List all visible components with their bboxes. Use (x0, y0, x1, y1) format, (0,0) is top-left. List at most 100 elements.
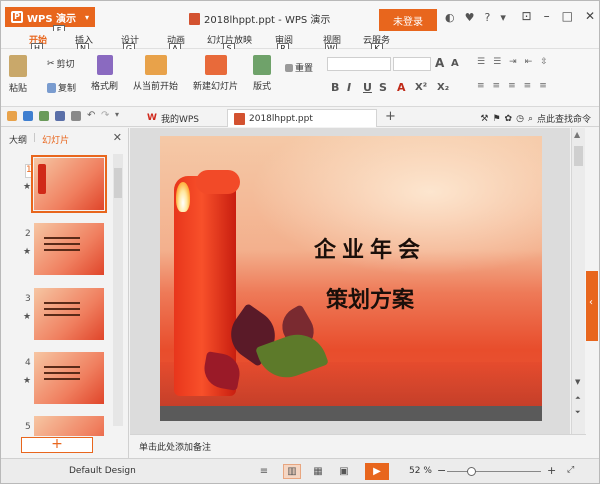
print-icon[interactable] (55, 111, 65, 121)
bold-button[interactable]: B (331, 81, 339, 94)
slide-title[interactable]: 企业年会 (270, 232, 470, 264)
skin-icon[interactable]: ✿ (505, 114, 513, 124)
play-from-current-button[interactable]: 从当前开始 (133, 55, 178, 92)
numbering-icon[interactable]: ☰ (493, 57, 501, 67)
zoom-out-icon[interactable]: − (437, 464, 446, 477)
font-size-select[interactable] (393, 57, 431, 71)
justify-icon[interactable]: ≡ (524, 81, 532, 91)
notes-pane[interactable]: 单击此处添加备注 (130, 434, 586, 456)
distribute-icon[interactable]: ≡ (539, 81, 547, 91)
slide-thumbnail-row[interactable]: 4 ★ (1, 352, 115, 408)
shadow-button[interactable]: S (379, 81, 387, 94)
flag-icon[interactable]: ⚑ (492, 114, 500, 124)
grow-font-button[interactable]: A (435, 56, 444, 70)
panel-scrollbar[interactable] (113, 154, 123, 426)
save-icon[interactable] (23, 111, 33, 121)
skin-icon[interactable]: ◐ (445, 11, 455, 24)
add-slide-button[interactable]: + (21, 437, 93, 453)
align-center-icon[interactable]: ≡ (493, 81, 501, 91)
slide-thumbnail[interactable] (34, 416, 104, 436)
slide-subtitle[interactable]: 策划方案 (270, 282, 470, 314)
scroll-down-icon[interactable]: ▼ (575, 378, 580, 386)
minimize-icon[interactable]: – (544, 9, 550, 23)
slide-thumbnail-row[interactable]: 3 ★ (1, 288, 115, 344)
tab-outline[interactable]: 大纲 (9, 133, 27, 146)
cut-button[interactable]: ✂ 剪切 (47, 57, 75, 71)
tab-slides[interactable]: 幻灯片 (42, 133, 69, 146)
underline-button[interactable]: U (363, 81, 372, 94)
reading-view-icon[interactable]: ▣ (335, 464, 353, 479)
normal-view-icon[interactable]: ▥ (283, 464, 301, 479)
slide-thumbnail-row[interactable]: 1 ★ (1, 155, 115, 214)
tab-document[interactable]: 2018lhppt.ppt (227, 109, 377, 127)
superscript-button[interactable]: X² (415, 82, 427, 93)
clipboard-icon (9, 55, 27, 77)
layout-button[interactable]: 版式 (253, 55, 271, 92)
chevron-down-icon[interactable]: ▾ (115, 110, 119, 119)
scroll-up-icon[interactable]: ▲ (574, 130, 580, 139)
zoom-slider-knob[interactable] (467, 467, 476, 476)
redo-icon[interactable]: ↷ (101, 110, 109, 121)
line-spacing-icon[interactable]: ⇳ (540, 57, 548, 67)
close-icon[interactable]: ✕ (113, 131, 122, 144)
slide-thumbnail[interactable] (34, 288, 104, 340)
zoom-in-icon[interactable]: + (547, 464, 556, 477)
subscript-button[interactable]: X₂ (437, 82, 449, 93)
slide-sorter-icon[interactable]: ▦ (309, 464, 327, 479)
paste-label: 粘贴 (9, 84, 28, 94)
slide-thumbnail-row[interactable]: 5 (1, 416, 115, 436)
shrink-font-button[interactable]: A (451, 58, 459, 69)
tshirt-icon[interactable]: ♥ (465, 11, 475, 24)
open-icon[interactable] (7, 111, 17, 121)
zoom-slider[interactable] (447, 471, 541, 472)
prev-slide-icon[interactable]: ⏶ (575, 394, 581, 403)
reset-label: 重置 (295, 64, 314, 74)
indent-icon[interactable]: ⇥ (509, 57, 517, 67)
notes-toggle-icon[interactable]: ≡ (255, 464, 273, 479)
font-name-select[interactable] (327, 57, 391, 71)
login-button[interactable]: 未登录 (379, 9, 437, 31)
slide-thumbnail[interactable] (34, 223, 104, 275)
font-color-button[interactable]: A (397, 81, 406, 94)
history-icon[interactable]: ◷ (516, 114, 524, 124)
maximize-icon[interactable]: □ (562, 9, 573, 23)
play-slideshow-button[interactable]: ▶ (365, 463, 389, 480)
restore-layout-icon[interactable]: ⊡ (522, 9, 532, 23)
slide-canvas[interactable]: 企业年会 策划方案 (160, 136, 542, 421)
slide-thumbnail[interactable] (34, 352, 104, 404)
side-panel-toggle[interactable] (586, 271, 598, 341)
paste-button[interactable]: 粘贴 (9, 55, 27, 94)
layout-label: 版式 (253, 82, 272, 92)
italic-button[interactable]: I (347, 81, 351, 94)
print-preview-icon[interactable] (71, 111, 81, 121)
new-slide-button[interactable]: 新建幻灯片 (193, 55, 238, 92)
align-right-icon[interactable]: ≡ (508, 81, 516, 91)
format-painter-button[interactable]: 格式刷 (91, 55, 118, 92)
help-icon[interactable]: ? (484, 11, 490, 24)
chevron-down-icon[interactable]: ▾ (500, 11, 506, 24)
new-slide-icon (204, 55, 227, 75)
close-icon[interactable]: ✕ (585, 9, 595, 23)
editor-scrollbar[interactable]: ▲ ▼ ⏶ ⏷ (571, 128, 585, 434)
outdent-icon[interactable]: ⇤ (525, 57, 533, 67)
new-tab-icon[interactable]: + (385, 109, 396, 124)
tool-icon[interactable]: ⚒ (480, 114, 488, 124)
slide-thumbnail-row[interactable]: 2 ★ (1, 223, 115, 279)
next-slide-icon[interactable]: ⏷ (575, 408, 581, 417)
align-left-icon[interactable]: ≡ (477, 81, 485, 91)
undo-icon[interactable]: ↶ (87, 110, 95, 121)
slide-thumbnail[interactable] (31, 155, 107, 213)
reset-button[interactable]: 重置 (285, 61, 313, 74)
scrollbar-thumb[interactable] (574, 146, 583, 166)
tab-my-wps[interactable]: W 我的WPS (141, 109, 205, 127)
scrollbar-thumb[interactable] (114, 168, 122, 198)
app-menu-button[interactable]: P WPS 演示 ▾ (5, 7, 95, 27)
command-search[interactable]: ⚒ ⚑ ✿ ◷ ⌕ 点此查找命令 (480, 112, 591, 126)
bullets-icon[interactable]: ☰ (477, 57, 485, 67)
tab-divider: | (33, 133, 37, 143)
fit-window-icon[interactable]: ⤢ (567, 465, 574, 475)
command-search-label: 点此查找命令 (536, 115, 591, 125)
export-pdf-icon[interactable] (39, 111, 49, 121)
format-painter-label: 格式刷 (91, 82, 119, 92)
copy-button[interactable]: 复制 (47, 81, 76, 94)
